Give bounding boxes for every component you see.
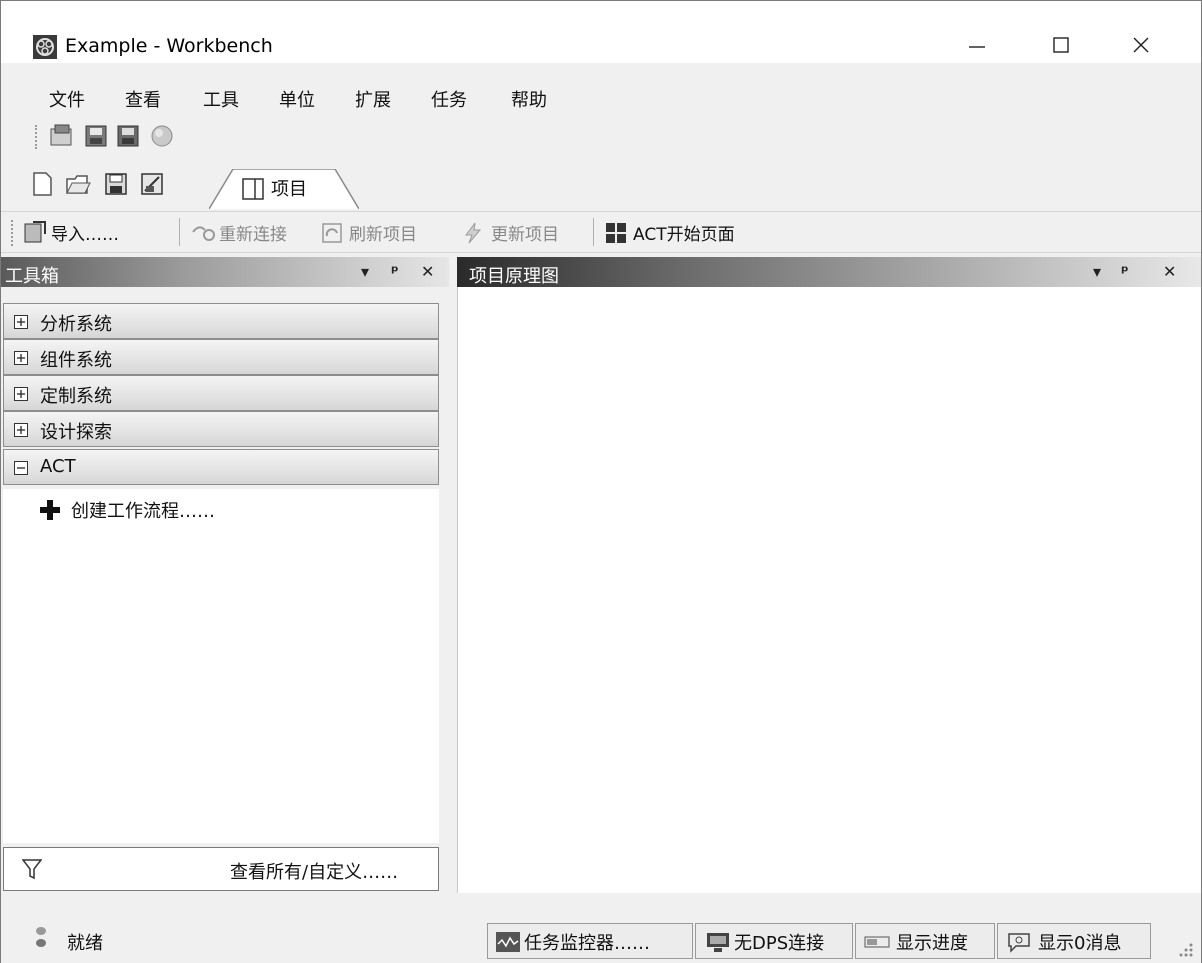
menu-view[interactable]: 查看 (125, 86, 161, 112)
grid-icon (606, 223, 626, 243)
menu-extensions[interactable]: 扩展 (355, 86, 391, 112)
message-bubble-icon (1008, 933, 1030, 953)
job-monitor-button[interactable]: 任务监控器…… (487, 923, 693, 959)
import-label: 导入…… (51, 225, 119, 245)
save-icon[interactable] (103, 171, 129, 197)
plus-box-icon[interactable] (14, 351, 28, 365)
schematic-title: 项目原理图 (469, 266, 559, 287)
maximize-button[interactable] (1031, 27, 1091, 63)
restore-archive-icon[interactable] (115, 123, 141, 149)
group-label: 分析系统 (40, 314, 112, 335)
toolbar-secondary: 项目 (1, 161, 1201, 209)
refresh-project-button[interactable]: 刷新项目 (321, 218, 445, 248)
job-monitor-label: 任务监控器…… (524, 933, 650, 954)
menu-tools[interactable]: 工具 (203, 86, 239, 112)
toolbox-title: 工具箱 (5, 266, 59, 287)
update-project-button[interactable]: 更新项目 (463, 218, 587, 248)
resize-grip-icon[interactable] (1171, 939, 1195, 959)
window-title: Example - Workbench (65, 35, 273, 57)
show-messages-label: 显示0消息 (1038, 933, 1122, 954)
close-icon (1133, 37, 1149, 53)
group-label: 定制系统 (40, 386, 112, 407)
workbench-window: Example - Workbench 文件 查看 工具 单位 扩展 任务 帮助 (0, 0, 1202, 963)
reconnect-label: 重新连接 (219, 225, 287, 245)
minimize-icon (969, 46, 985, 48)
toolbox-list: 创建工作流程…… (3, 489, 439, 843)
group-component-systems[interactable]: 组件系统 (3, 339, 439, 375)
create-workflow-item[interactable]: 创建工作流程…… (39, 497, 279, 522)
update-label: 更新项目 (491, 225, 559, 245)
reconnect-button[interactable]: 重新连接 (191, 218, 315, 248)
funnel-icon (22, 859, 42, 880)
group-label: 设计探索 (40, 422, 112, 443)
computer-icon (707, 933, 729, 952)
project-schematic-canvas[interactable] (457, 287, 1201, 893)
action-toolbar: 导入…… 重新连接 刷新项目 更新项目 ACT开始页面 (1, 211, 1201, 253)
tab-project-label: 项目 (271, 179, 307, 200)
refresh-icon (322, 223, 342, 243)
close-button[interactable] (1111, 27, 1171, 63)
menu-help[interactable]: 帮助 (511, 86, 547, 112)
group-analysis-systems[interactable]: 分析系统 (3, 303, 439, 339)
menu-bar: 文件 查看 工具 单位 扩展 任务 帮助 (1, 79, 1201, 115)
status-bar: 就绪 任务监控器…… 无DPS连接 显示进度 显示0消息 (1, 897, 1201, 963)
separator (593, 218, 594, 246)
act-start-label: ACT开始页面 (633, 225, 735, 245)
create-workflow-label: 创建工作流程…… (71, 501, 215, 522)
plus-icon (40, 500, 60, 520)
refresh-label: 刷新项目 (349, 225, 417, 245)
toolbox-close-icon[interactable]: ✕ (421, 262, 434, 281)
toolbox-header: 工具箱 ▾ ᵖ ✕ (1, 257, 449, 287)
toolbar-grip[interactable] (35, 125, 38, 149)
project-tab-icon (242, 178, 264, 200)
toolbox-dropdown-icon[interactable]: ▾ (361, 262, 369, 281)
view-all-customize-link[interactable]: 查看所有/自定义…… (230, 858, 398, 884)
import-archive-icon[interactable] (49, 123, 75, 149)
open-folder-icon[interactable] (65, 171, 91, 197)
plus-box-icon[interactable] (14, 387, 28, 401)
web-icon[interactable] (149, 123, 175, 149)
schematic-close-icon[interactable]: ✕ (1163, 262, 1176, 281)
toolbox-footer[interactable]: 查看所有/自定义…… (3, 847, 439, 891)
schematic-header: 项目原理图 ▾ ᵖ ✕ (457, 257, 1201, 287)
plus-box-icon[interactable] (14, 423, 28, 437)
schematic-dropdown-icon[interactable]: ▾ (1093, 262, 1101, 281)
group-act[interactable]: ACT (3, 449, 439, 485)
act-start-page-button[interactable]: ACT开始页面 (605, 218, 765, 248)
menu-jobs[interactable]: 任务 (431, 86, 467, 112)
maximize-icon (1053, 37, 1069, 53)
plus-box-icon[interactable] (14, 315, 28, 329)
status-text: 就绪 (67, 933, 103, 954)
menu-file[interactable]: 文件 (49, 86, 85, 112)
toolbox-pin-icon[interactable]: ᵖ (391, 262, 399, 281)
dps-connection-label: 无DPS连接 (734, 933, 825, 954)
show-messages-button[interactable]: 显示0消息 (997, 923, 1151, 959)
show-progress-label: 显示进度 (896, 933, 968, 954)
group-design-exploration[interactable]: 设计探索 (3, 411, 439, 447)
action-toolbar-grip[interactable] (11, 220, 14, 246)
title-bar[interactable]: Example - Workbench (1, 1, 1201, 63)
reconnect-icon (192, 226, 215, 241)
show-progress-button[interactable]: 显示进度 (855, 923, 995, 959)
status-indicator-icon (36, 927, 46, 947)
import-icon (24, 221, 46, 243)
group-label: ACT (40, 456, 76, 477)
schematic-pin-icon[interactable]: ᵖ (1121, 262, 1129, 281)
separator (179, 218, 180, 246)
group-custom-systems[interactable]: 定制系统 (3, 375, 439, 411)
workbench-logo-icon (33, 35, 57, 59)
dps-connection-button[interactable]: 无DPS连接 (695, 923, 853, 959)
progress-bar-icon (864, 936, 890, 948)
minus-box-icon[interactable] (14, 461, 28, 475)
save-archive-icon[interactable] (83, 123, 109, 149)
import-button[interactable]: 导入…… (23, 218, 171, 248)
new-project-icon[interactable] (29, 171, 55, 197)
monitor-chart-icon (496, 932, 520, 952)
toolbar-primary (1, 119, 1201, 155)
save-as-icon[interactable] (139, 171, 165, 197)
group-label: 组件系统 (40, 350, 112, 371)
menu-units[interactable]: 单位 (279, 86, 315, 112)
lightning-icon (465, 222, 482, 244)
minimize-button[interactable] (947, 27, 1007, 63)
